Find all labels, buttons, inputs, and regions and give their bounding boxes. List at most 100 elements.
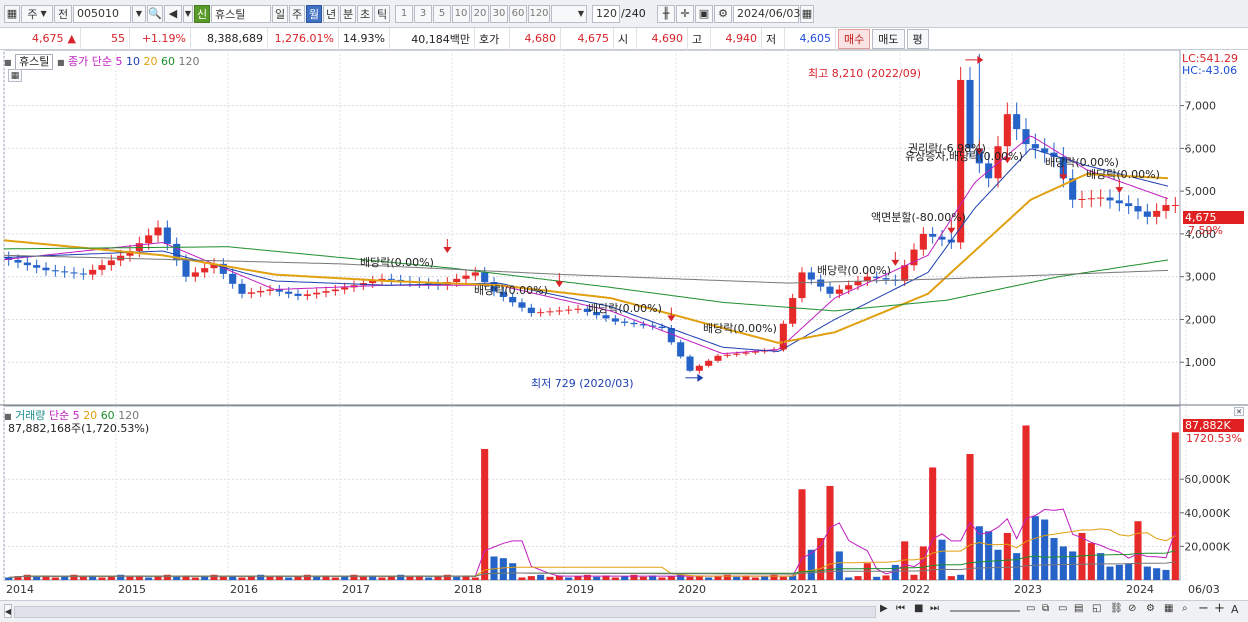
horizontal-scrollbar[interactable] (14, 606, 876, 618)
restore-icon[interactable]: ◱ (1092, 603, 1101, 618)
panel-icon[interactable]: ▤ (1074, 603, 1083, 618)
time-tick-label: 06/03 (1188, 583, 1220, 596)
layout-icon[interactable]: ▦ (4, 4, 20, 23)
chart-area: 1,000 2,000 3,000 4,000 5,000 6,000 7,000 20,00… (0, 50, 1248, 621)
window-icon[interactable]: ▭ (1058, 603, 1067, 618)
link-icon[interactable]: ⛓ (1110, 603, 1123, 618)
volume-bar (1153, 568, 1161, 580)
volume-bar (154, 576, 162, 580)
candle (1031, 144, 1039, 149)
zoom-window-icon[interactable]: ▭ (1026, 603, 1035, 618)
period-day[interactable]: 일 (272, 4, 288, 23)
candle (70, 272, 78, 274)
candle (695, 365, 703, 371)
zoom-in-icon[interactable]: + (1214, 601, 1225, 616)
volume-bar (303, 574, 311, 580)
ma-line-20 (3, 173, 1169, 344)
candle (61, 271, 69, 273)
up-arrow-icon: ▲ (67, 32, 76, 45)
volume-bar (1106, 566, 1114, 580)
stop-icon[interactable]: ■ (914, 603, 923, 618)
time-tick-label: 2021 (790, 583, 818, 596)
search-icon[interactable]: ⌕ (1182, 603, 1188, 618)
interval-120[interactable]: 120 (528, 4, 550, 23)
date-input[interactable]: 2024/06/03 (733, 4, 800, 23)
grid-toggle-icon[interactable]: ▦ (8, 69, 22, 82)
interval-20[interactable]: 20 (471, 4, 489, 23)
panel-close-icon[interactable]: ✕ (1234, 407, 1244, 416)
candle-icon[interactable]: ╫ (657, 4, 675, 23)
price-change-pct: +1.19% (130, 27, 191, 50)
period-week[interactable]: 주 (289, 4, 305, 23)
event-marker-arrow (891, 259, 900, 266)
interval-10[interactable]: 10 (452, 4, 470, 23)
play-icon[interactable]: ▶ (880, 603, 888, 618)
interval-60[interactable]: 60 (509, 4, 527, 23)
calendar-icon[interactable]: ▦ (800, 4, 814, 23)
rewind-icon[interactable]: ⏮ (896, 603, 905, 618)
settings-icon[interactable]: ⚙ (1146, 603, 1155, 618)
volume-bar (957, 574, 965, 580)
stock-label[interactable]: 휴스틸 (15, 54, 54, 70)
candle (238, 283, 246, 294)
period-type-select[interactable]: 주 ▼ (21, 4, 53, 23)
save-icon[interactable]: ▣ (695, 4, 713, 23)
eval-button[interactable]: 평 (906, 28, 929, 49)
candle (1162, 205, 1170, 211)
sell-button[interactable]: 매도 (872, 28, 905, 49)
zoom-out-icon[interactable]: − (1198, 601, 1209, 616)
candle (845, 285, 853, 290)
layout-icon[interactable]: ▦ (1164, 603, 1173, 618)
copy-icon[interactable]: ⧉ (1042, 603, 1049, 618)
gear-icon[interactable]: ⚙ (714, 4, 732, 23)
volume-bar (593, 576, 601, 580)
interval-1[interactable]: 1 (395, 4, 413, 23)
speaker-icon[interactable]: ◀ (164, 4, 182, 23)
crosshair-icon[interactable]: ✛ (676, 4, 694, 23)
speaker-dropdown-icon[interactable]: ▼ (183, 4, 193, 23)
scroll-left-icon[interactable]: ◀ (4, 604, 12, 618)
volume-bar (126, 576, 134, 580)
period-second[interactable]: 초 (357, 4, 373, 23)
period-minute[interactable]: 분 (340, 4, 356, 23)
time-tick-label: 2022 (902, 583, 930, 596)
price-panel-frame (3, 50, 1181, 406)
ask-price: 4,675 (561, 27, 614, 50)
ma-10-label: 10 (125, 55, 140, 68)
interval-30[interactable]: 30 (490, 4, 508, 23)
period-month[interactable]: 월 (306, 4, 322, 23)
buy-button[interactable]: 매수 (838, 28, 871, 49)
interval-dropdown[interactable]: ▼ (551, 4, 587, 23)
code-dropdown-icon[interactable]: ▼ (132, 4, 146, 23)
interval-5[interactable]: 5 (433, 4, 451, 23)
candle (387, 278, 395, 280)
speed-slider[interactable] (950, 610, 1020, 612)
auto-scale-icon[interactable]: A (1231, 603, 1239, 618)
time-tick-label: 2024 (1126, 583, 1154, 596)
candle (1134, 206, 1142, 212)
volume-bar (835, 551, 843, 580)
candle (546, 311, 554, 313)
period-tick[interactable]: 틱 (374, 4, 390, 23)
quote-bar: 4,675 ▲ 55 +1.19% 8,388,689 1,276.01% 14.… (0, 27, 1248, 50)
magnet-icon[interactable]: ⊘ (1128, 603, 1136, 618)
candle (919, 233, 927, 250)
volume-bar (686, 576, 694, 580)
candle (835, 289, 843, 294)
chart-svg[interactable]: 1,0002,0003,0004,0005,0006,0007,00020,00… (0, 50, 1248, 621)
search-icon[interactable]: 🔍 (147, 4, 163, 23)
period-year[interactable]: 년 (323, 4, 339, 23)
chart-navigator: ◀ ▶ ⏮ ■ ⏭ ▭ ⧉ ▭ ▤ ◱ ⛓ ⊘ ⚙ ▦ ⌕ − + A (0, 600, 1248, 622)
stock-name-field[interactable]: 휴스틸 (211, 4, 271, 23)
candle (537, 312, 545, 314)
stock-code-input[interactable]: 005010 (73, 4, 131, 23)
count-input[interactable]: 120 (592, 4, 620, 23)
fast-forward-icon[interactable]: ⏭ (930, 603, 939, 618)
volume-bar (387, 576, 395, 580)
candle (1003, 114, 1011, 147)
prev-button[interactable]: 전 (54, 4, 72, 23)
candle (322, 291, 330, 293)
interval-3[interactable]: 3 (414, 4, 432, 23)
candle (14, 260, 22, 263)
volume-bar (770, 574, 778, 580)
